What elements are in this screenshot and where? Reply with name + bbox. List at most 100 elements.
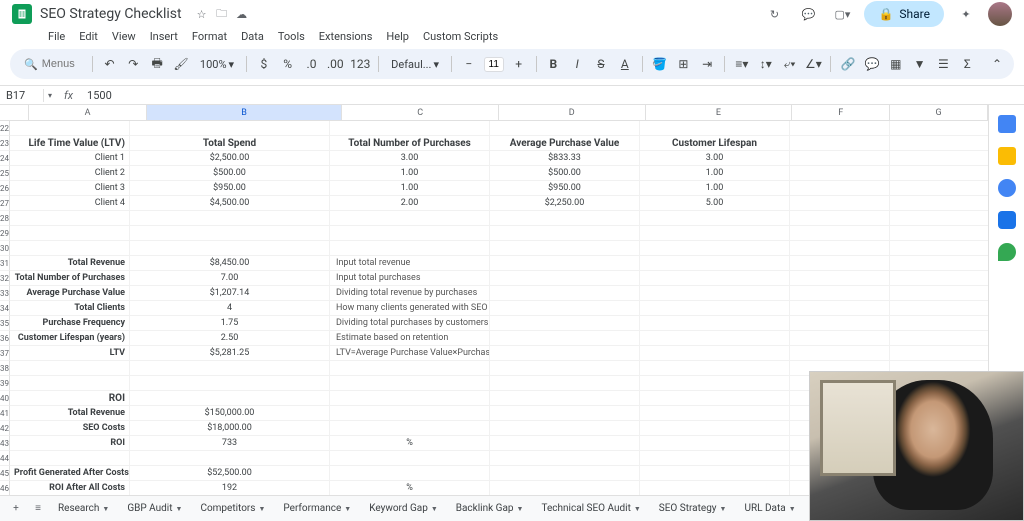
cell[interactable] [890,346,988,361]
cell[interactable] [640,376,790,391]
menu-edit[interactable]: Edit [73,28,104,45]
tab-dropdown-icon[interactable]: ▼ [634,505,641,513]
valign-icon[interactable]: ↕▾ [757,54,775,74]
cell[interactable]: Total Revenue [10,256,130,271]
cell[interactable]: % [330,436,490,451]
cell[interactable] [790,346,890,361]
cell[interactable]: 7.00 [130,271,330,286]
row-header[interactable]: 32 [0,271,10,286]
decrease-font-icon[interactable]: − [460,54,478,74]
row-header[interactable]: 31 [0,256,10,271]
cell[interactable] [890,256,988,271]
col-header-E[interactable]: E [646,105,793,120]
cell[interactable] [130,361,330,376]
cell[interactable] [130,226,330,241]
menus-input[interactable] [42,58,78,70]
cell[interactable] [790,286,890,301]
cell[interactable] [790,136,890,151]
cell[interactable]: Client 3 [10,181,130,196]
cell[interactable]: LTV [10,346,130,361]
cell[interactable] [10,376,130,391]
col-header-A[interactable]: A [29,105,146,120]
row-header[interactable]: 43 [0,436,10,451]
cell[interactable] [640,211,790,226]
comments-icon[interactable]: 💬 [796,2,820,26]
cell[interactable] [790,181,890,196]
paint-format-icon[interactable]: 🖌 [172,54,190,74]
tab-dropdown-icon[interactable]: ▼ [344,505,351,513]
cell[interactable]: Total Number of Purchases [10,271,130,286]
cell[interactable]: 2.50 [130,331,330,346]
cell[interactable] [890,301,988,316]
all-sheets-icon[interactable]: ≡ [28,499,48,519]
cell[interactable]: Dividing total purchases by customers [330,316,490,331]
cell[interactable] [640,301,790,316]
row-header[interactable]: 42 [0,421,10,436]
cell[interactable]: 5.00 [640,196,790,211]
cell[interactable]: $5,281.25 [130,346,330,361]
row-header[interactable]: 25 [0,166,10,181]
cell[interactable] [490,286,640,301]
cell[interactable]: Client 4 [10,196,130,211]
history-icon[interactable]: ↻ [762,2,786,26]
cell[interactable] [640,436,790,451]
cell[interactable] [490,211,640,226]
cell[interactable] [490,391,640,406]
sheet-tab-seo-strategy[interactable]: SEO Strategy▼ [651,499,735,518]
cell[interactable]: How many clients generated with SEO in t… [330,301,490,316]
cell[interactable] [790,121,890,136]
cell[interactable] [490,346,640,361]
row-header[interactable]: 34 [0,301,10,316]
col-header-C[interactable]: C [342,105,499,120]
zoom-select[interactable]: 100% ▾ [196,58,238,71]
cell[interactable] [890,271,988,286]
cell[interactable]: 2.00 [330,196,490,211]
cell[interactable] [640,331,790,346]
halign-icon[interactable]: ≡▾ [733,54,751,74]
cell[interactable]: 1.00 [330,166,490,181]
comment-icon[interactable]: 💬 [863,54,881,74]
cell[interactable] [330,241,490,256]
cell[interactable] [490,121,640,136]
menu-custom-scripts[interactable]: Custom Scripts [417,28,504,45]
sheet-tab-url-data[interactable]: URL Data▼ [736,499,803,518]
tab-dropdown-icon[interactable]: ▼ [176,505,183,513]
cell[interactable] [640,421,790,436]
cell[interactable]: 3.00 [330,151,490,166]
row-header[interactable]: 33 [0,286,10,301]
cell[interactable] [10,121,130,136]
cell[interactable]: $500.00 [130,166,330,181]
cell[interactable] [490,256,640,271]
cell[interactable] [790,226,890,241]
cell[interactable] [130,391,330,406]
chart-icon[interactable]: ▦ [887,54,905,74]
cell[interactable]: $4,500.00 [130,196,330,211]
row-header[interactable]: 28 [0,211,10,226]
cell[interactable]: % [330,481,490,496]
print-icon[interactable]: 🖶 [148,54,166,74]
gemini-icon[interactable]: ✦ [954,2,978,26]
cell[interactable]: Life Time Value (LTV) [10,136,130,151]
cell[interactable] [490,316,640,331]
cell[interactable] [130,451,330,466]
menu-file[interactable]: File [42,28,71,45]
cell[interactable]: Profit Generated After Costs [10,466,130,481]
collapse-toolbar-icon[interactable]: ⌃ [988,54,1006,74]
tab-dropdown-icon[interactable]: ▼ [720,505,727,513]
cell[interactable] [640,346,790,361]
row-header[interactable]: 45 [0,466,10,481]
calendar-icon[interactable] [998,115,1016,133]
row-header[interactable]: 40 [0,391,10,406]
menu-data[interactable]: Data [235,28,270,45]
cell[interactable] [890,286,988,301]
cell[interactable]: Input total revenue [330,256,490,271]
account-avatar[interactable] [988,2,1012,26]
cell[interactable]: $1,207.14 [130,286,330,301]
cell[interactable] [890,211,988,226]
row-header[interactable]: 27 [0,196,10,211]
cell[interactable]: Client 2 [10,166,130,181]
cell[interactable] [10,226,130,241]
cloud-status-icon[interactable]: ☁ [234,6,250,22]
more-formats-icon[interactable]: 123 [350,54,370,74]
cell[interactable]: 1.00 [640,166,790,181]
